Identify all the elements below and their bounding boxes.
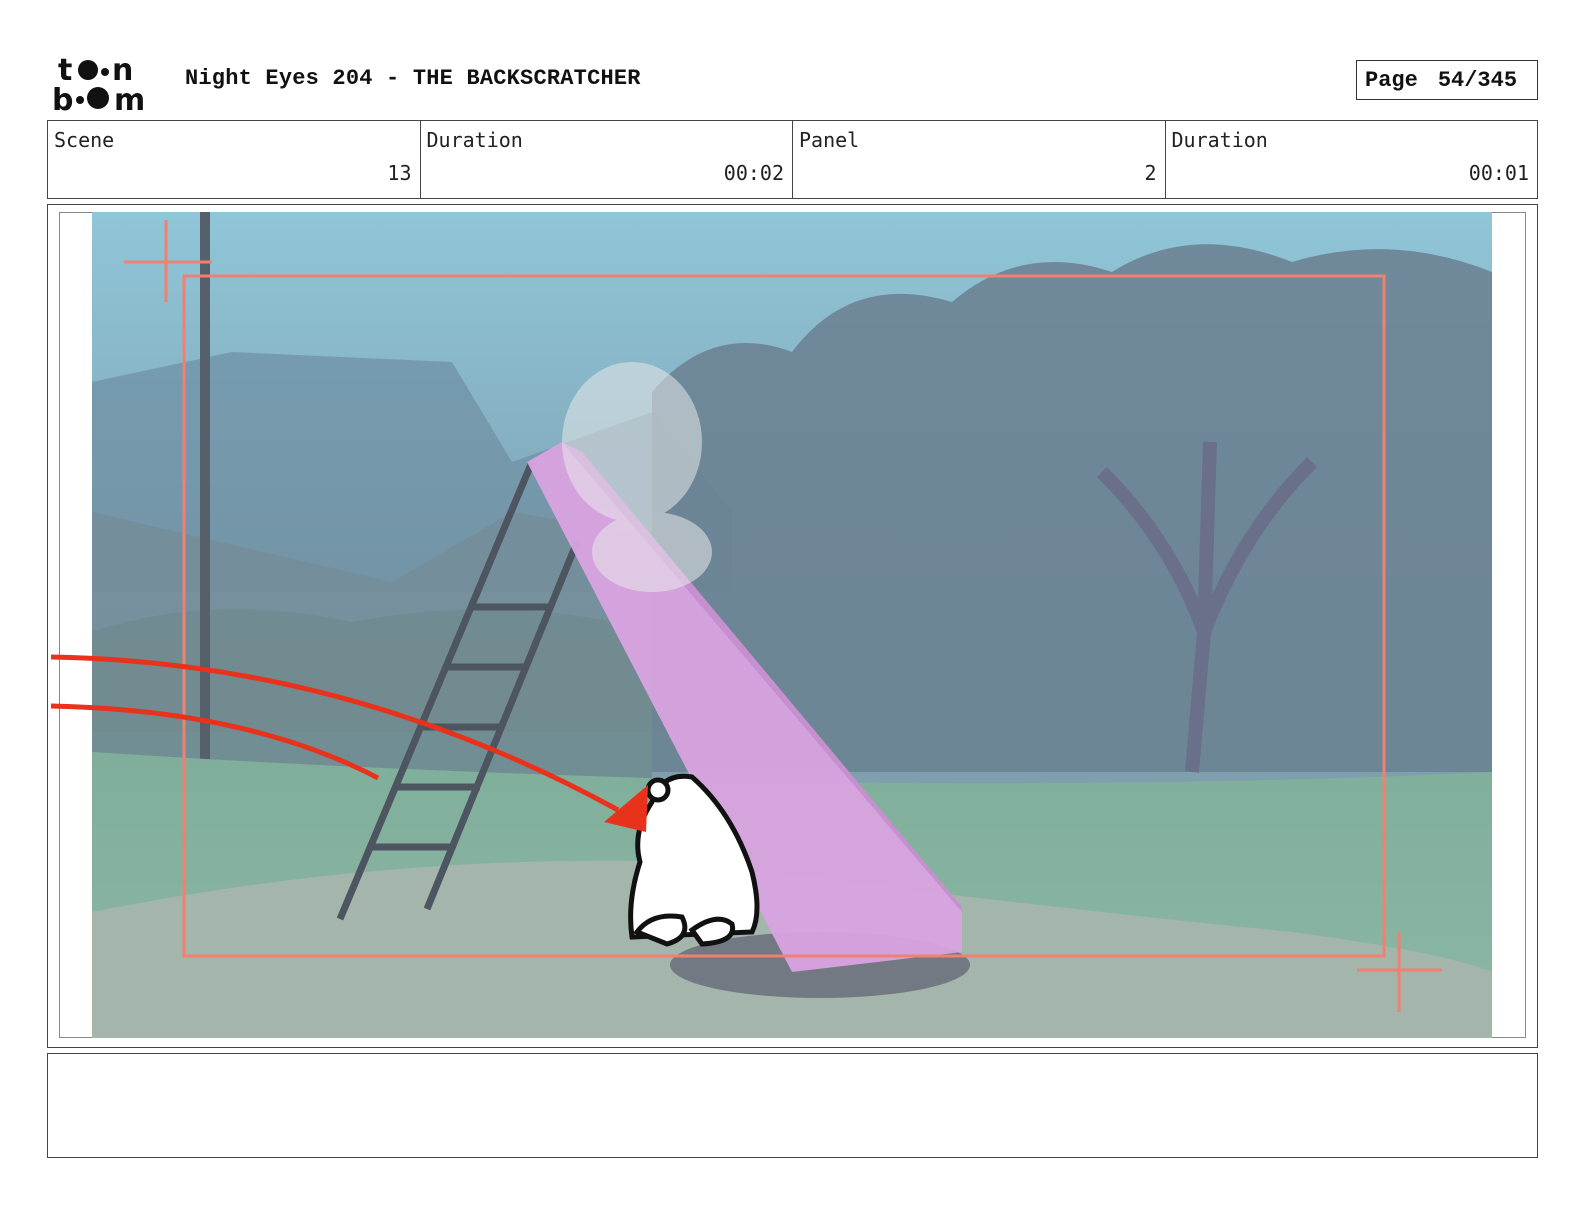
scene-duration-value: 00:02 [723,161,784,185]
action-arrows [50,654,648,832]
scene-duration-label: Duration [426,128,523,152]
storyboard-artwork [92,212,1492,1038]
scene-info-table: Scene 13 Duration 00:02 Panel 2 Duration… [47,120,1538,199]
page-label: Page [1365,67,1418,93]
document-title: Night Eyes 204 - THE BACKSCRATCHER [185,66,641,91]
toon-boom-logo: t n b m [52,53,145,112]
motion-arrow-line [50,654,620,813]
panel-value: 2 [1144,161,1157,185]
scene-cell: Scene 13 [48,121,421,198]
scene-value: 13 [387,161,412,185]
motion-line [50,703,380,781]
svg-text:m: m [114,83,145,112]
panel-cell: Panel 2 [793,121,1166,198]
scene-label: Scene [54,128,115,152]
panel-duration-cell: Duration 00:01 [1166,121,1538,198]
panel-duration-value: 00:01 [1468,161,1529,185]
scene-duration-cell: Duration 00:02 [421,121,793,198]
page-number: 54/345 [1437,67,1518,93]
panel-duration-label: Duration [1171,128,1268,152]
page-indicator: Page 54/345 [1356,60,1538,100]
svg-text:b: b [52,83,73,112]
panel-label: Panel [799,128,860,152]
panel-notes-box[interactable] [47,1053,1538,1158]
